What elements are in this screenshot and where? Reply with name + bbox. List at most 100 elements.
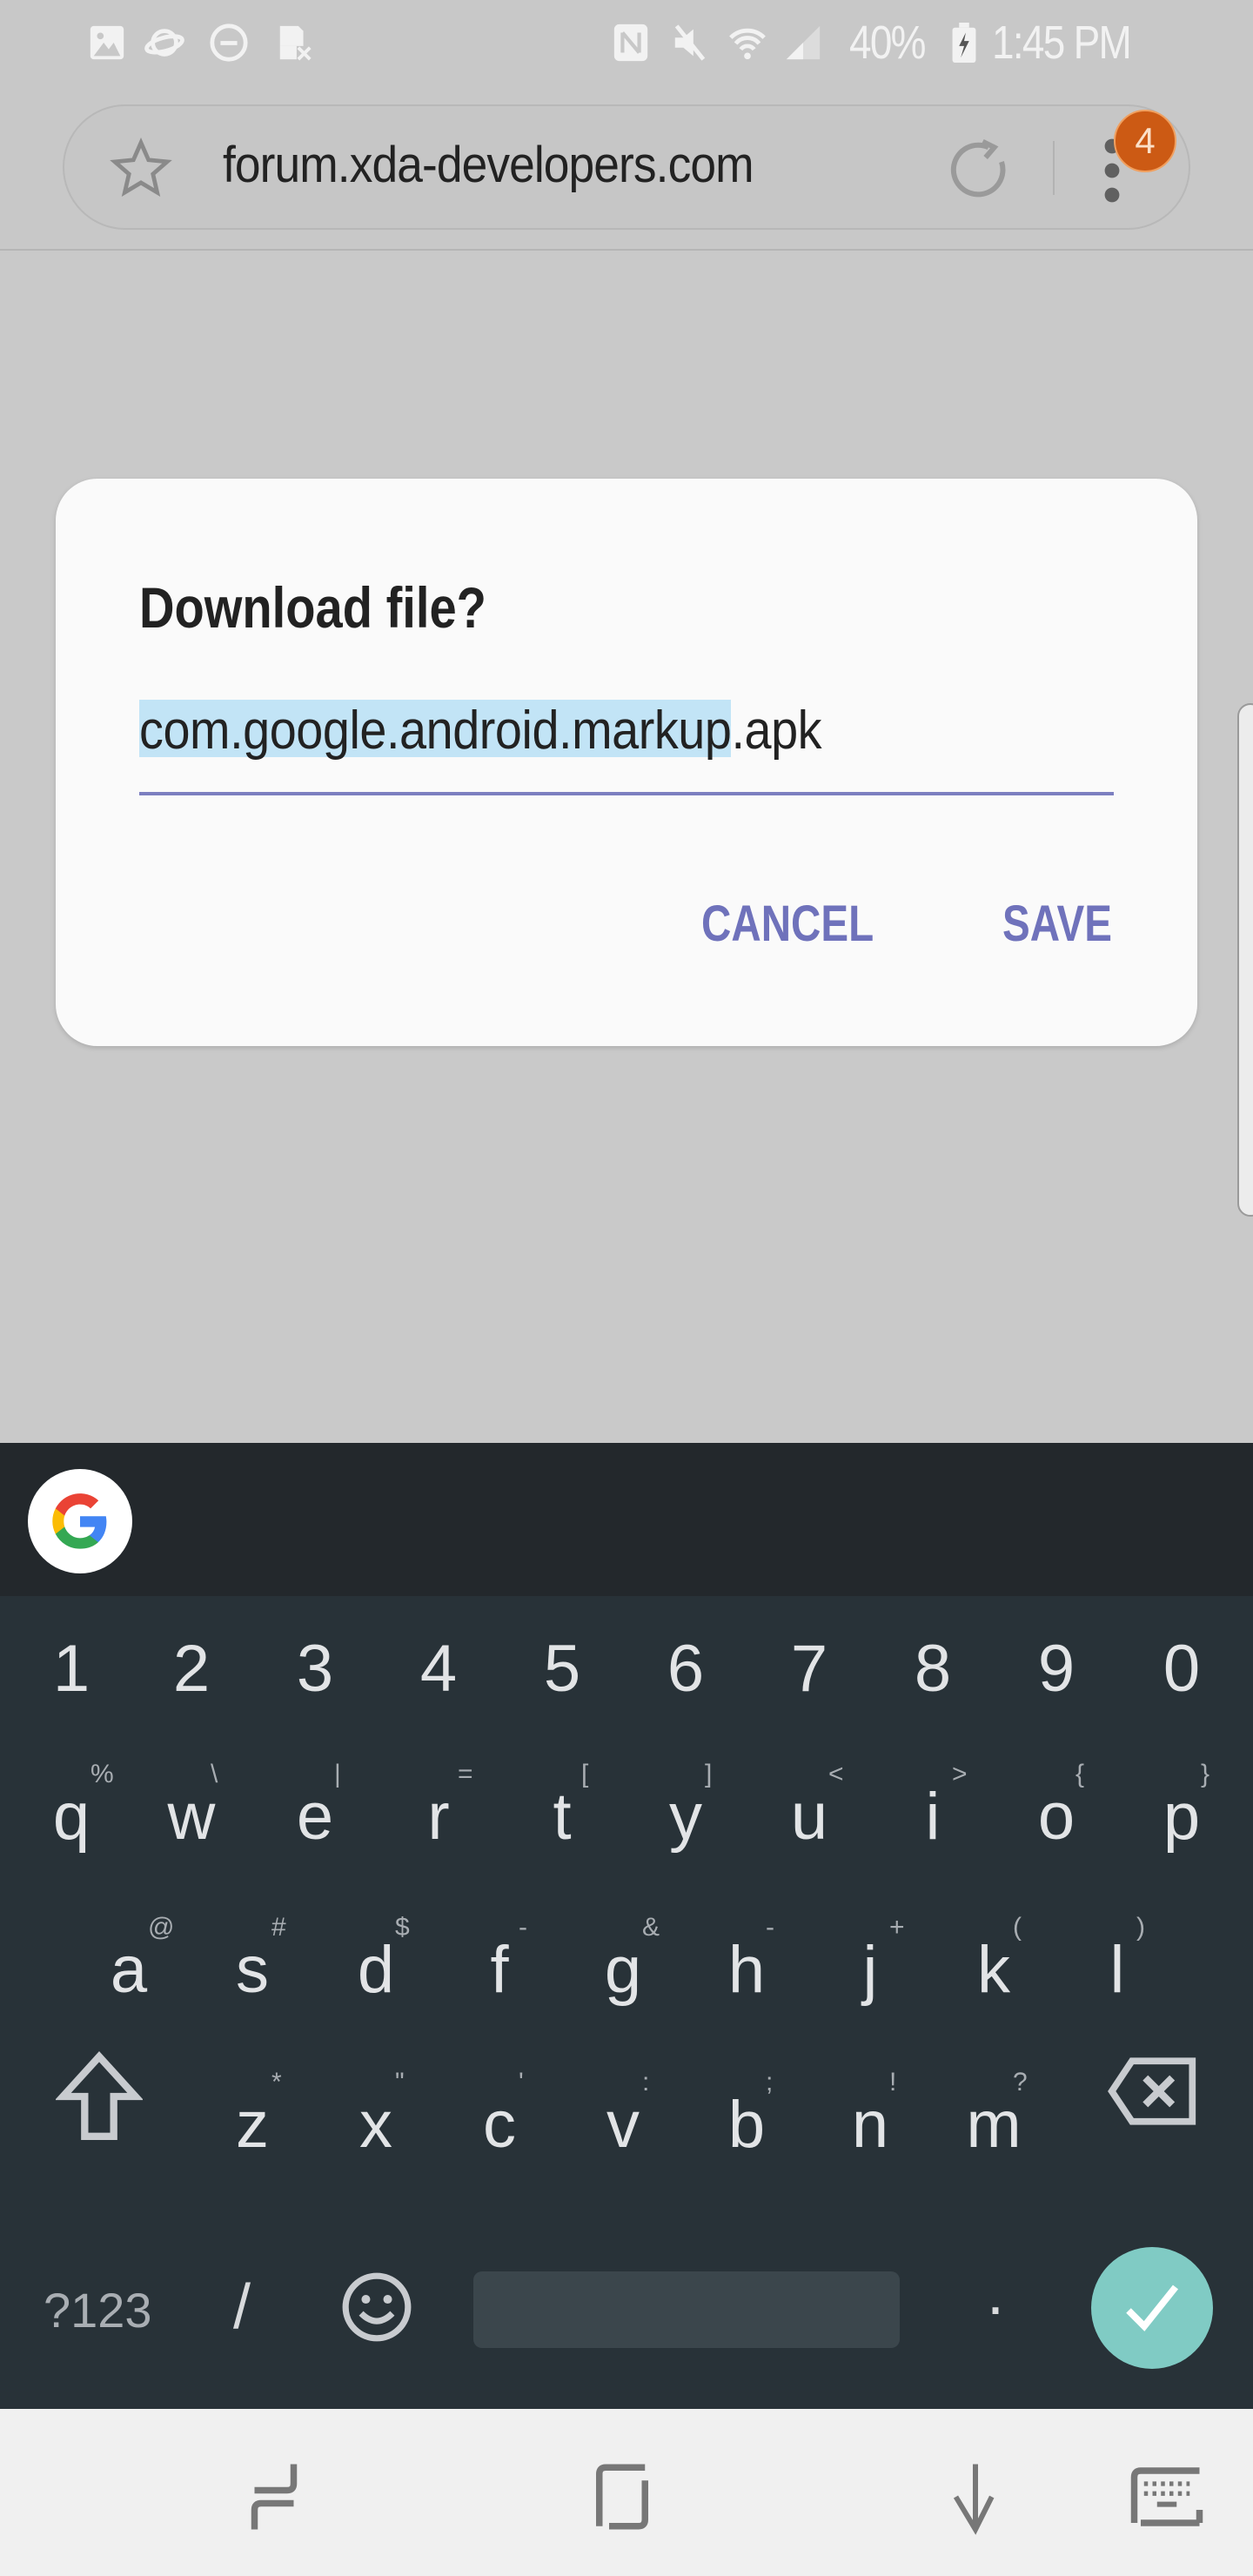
reload-icon[interactable] <box>945 136 1015 205</box>
space-bar[interactable] <box>473 2271 900 2348</box>
key-label: t <box>553 1780 572 1854</box>
key-hint: % <box>90 1760 114 1788</box>
key-label: w <box>167 1780 216 1854</box>
key-u[interactable]: u < <box>774 1760 844 1850</box>
key-label: 5 <box>543 1632 581 1706</box>
key-m[interactable]: m? <box>959 2068 1029 2158</box>
key-0[interactable]: 0 <box>1147 1636 1216 1702</box>
back-icon[interactable] <box>936 2458 1015 2536</box>
home-icon[interactable] <box>583 2458 661 2536</box>
key-label: v <box>606 2088 640 2162</box>
save-button[interactable]: SAVE <box>1002 895 1112 953</box>
key-2[interactable]: 2 <box>157 1636 226 1702</box>
dialog-title: Download file? <box>139 575 486 640</box>
emoji-key-icon[interactable] <box>339 2270 414 2345</box>
checkmark-icon <box>1126 2284 1179 2331</box>
key-e[interactable]: e | <box>280 1760 350 1850</box>
key-h[interactable]: h- <box>712 1913 781 2003</box>
key-3[interactable]: 3 <box>280 1636 350 1702</box>
key-d[interactable]: d $ <box>341 1913 411 2003</box>
google-search-button[interactable] <box>28 1469 132 1573</box>
url-text[interactable]: forum.xda-developers.com <box>223 136 754 194</box>
key-j[interactable]: j + <box>835 1913 905 2003</box>
address-bar[interactable]: forum.xda-developers.com <box>63 104 1190 230</box>
key-hint: ? <box>1013 2068 1028 2096</box>
key-hint: + <box>889 1913 905 1942</box>
screenshot-blocked-icon <box>279 25 312 61</box>
key-9[interactable]: 9 <box>1022 1636 1091 1702</box>
key-hint: - <box>519 1913 527 1942</box>
key-hint: * <box>271 2068 282 2096</box>
key-z[interactable]: z * <box>218 2068 287 2158</box>
keyboard-switch-icon[interactable] <box>1128 2458 1206 2536</box>
key-n[interactable]: n! <box>835 2068 905 2158</box>
edge-panel-handle[interactable] <box>1237 703 1253 1217</box>
symbols-key[interactable]: ?123 <box>44 2282 152 2338</box>
key-s[interactable]: s # <box>218 1913 287 2003</box>
key-hint: ) <box>1136 1913 1145 1942</box>
key-label: b <box>727 2088 766 2162</box>
key-8[interactable]: 8 <box>898 1636 968 1702</box>
key-label: 6 <box>667 1632 705 1706</box>
key-hint: - <box>766 1913 774 1942</box>
period-key[interactable]: . <box>987 2257 1004 2329</box>
filename-input[interactable]: com.google.android.markup.apk <box>139 700 1114 795</box>
cancel-button[interactable]: CANCEL <box>701 895 874 953</box>
key-hint: | <box>334 1760 341 1788</box>
key-hint: ] <box>705 1760 713 1788</box>
key-label: l <box>1109 1933 1125 2007</box>
key-k[interactable]: k( <box>959 1913 1029 2003</box>
key-7[interactable]: 7 <box>774 1636 844 1702</box>
key-x[interactable]: x " <box>341 2068 411 2158</box>
key-w[interactable]: w \ <box>157 1760 226 1854</box>
key-4[interactable]: 4 <box>404 1636 473 1702</box>
samsung-internet-icon <box>144 29 184 57</box>
slash-key[interactable]: / <box>233 2271 251 2343</box>
key-hint: ' <box>519 2068 524 2096</box>
key-label: q <box>52 1780 90 1854</box>
keyboard-suggestion-bar <box>0 1443 1253 1596</box>
key-y[interactable]: y] <box>651 1760 720 1850</box>
key-hint: ! <box>889 2068 897 2096</box>
browser-toolbar: forum.xda-developers.com 4 <box>0 87 1253 251</box>
key-label: c <box>483 2088 516 2162</box>
wifi-icon <box>729 28 766 60</box>
key-label: 3 <box>296 1632 334 1706</box>
key-hint: < <box>828 1760 844 1788</box>
enter-done-button[interactable] <box>1091 2247 1213 2369</box>
google-g-icon <box>52 1493 107 1549</box>
key-1[interactable]: 1 <box>37 1636 106 1702</box>
key-6[interactable]: 6 <box>651 1636 720 1702</box>
key-hint: : <box>642 2068 650 2096</box>
key-q[interactable]: q% <box>37 1760 114 1854</box>
recents-icon[interactable] <box>235 2458 313 2536</box>
key-r[interactable]: r = <box>404 1760 473 1850</box>
key-label: 0 <box>1163 1632 1201 1706</box>
key-l[interactable]: l) <box>1082 1913 1152 2007</box>
key-hint: > <box>952 1760 968 1788</box>
backspace-key-icon[interactable] <box>1105 2052 1199 2130</box>
key-p[interactable]: p} <box>1147 1760 1216 1850</box>
shift-key-icon[interactable] <box>56 2049 143 2144</box>
download-dialog: Download file? com.google.android.markup… <box>56 479 1197 1046</box>
key-c[interactable]: c ' <box>465 2068 534 2162</box>
key-f[interactable]: f- <box>465 1913 534 2007</box>
key-a[interactable]: a @ <box>94 1913 175 2003</box>
signal-icon <box>786 25 821 60</box>
key-i[interactable]: i > <box>898 1760 968 1854</box>
key-label: f <box>490 1933 509 2007</box>
key-o[interactable]: o{ <box>1022 1760 1091 1850</box>
key-b[interactable]: b; <box>712 2068 781 2162</box>
key-label: g <box>604 1933 642 2007</box>
key-t[interactable]: t[ <box>527 1760 597 1854</box>
gallery-icon <box>90 25 124 60</box>
filename-text[interactable]: com.google.android.markup.apk <box>139 700 822 761</box>
key-label: 4 <box>419 1632 458 1706</box>
key-label: i <box>925 1780 941 1854</box>
battery-charging-icon <box>952 23 976 63</box>
key-g[interactable]: g & <box>588 1913 660 2007</box>
key-v[interactable]: v: <box>588 2068 658 2162</box>
bookmark-star-icon[interactable] <box>110 138 172 200</box>
key-5[interactable]: 5 <box>527 1636 597 1702</box>
key-hint: @ <box>148 1913 175 1942</box>
